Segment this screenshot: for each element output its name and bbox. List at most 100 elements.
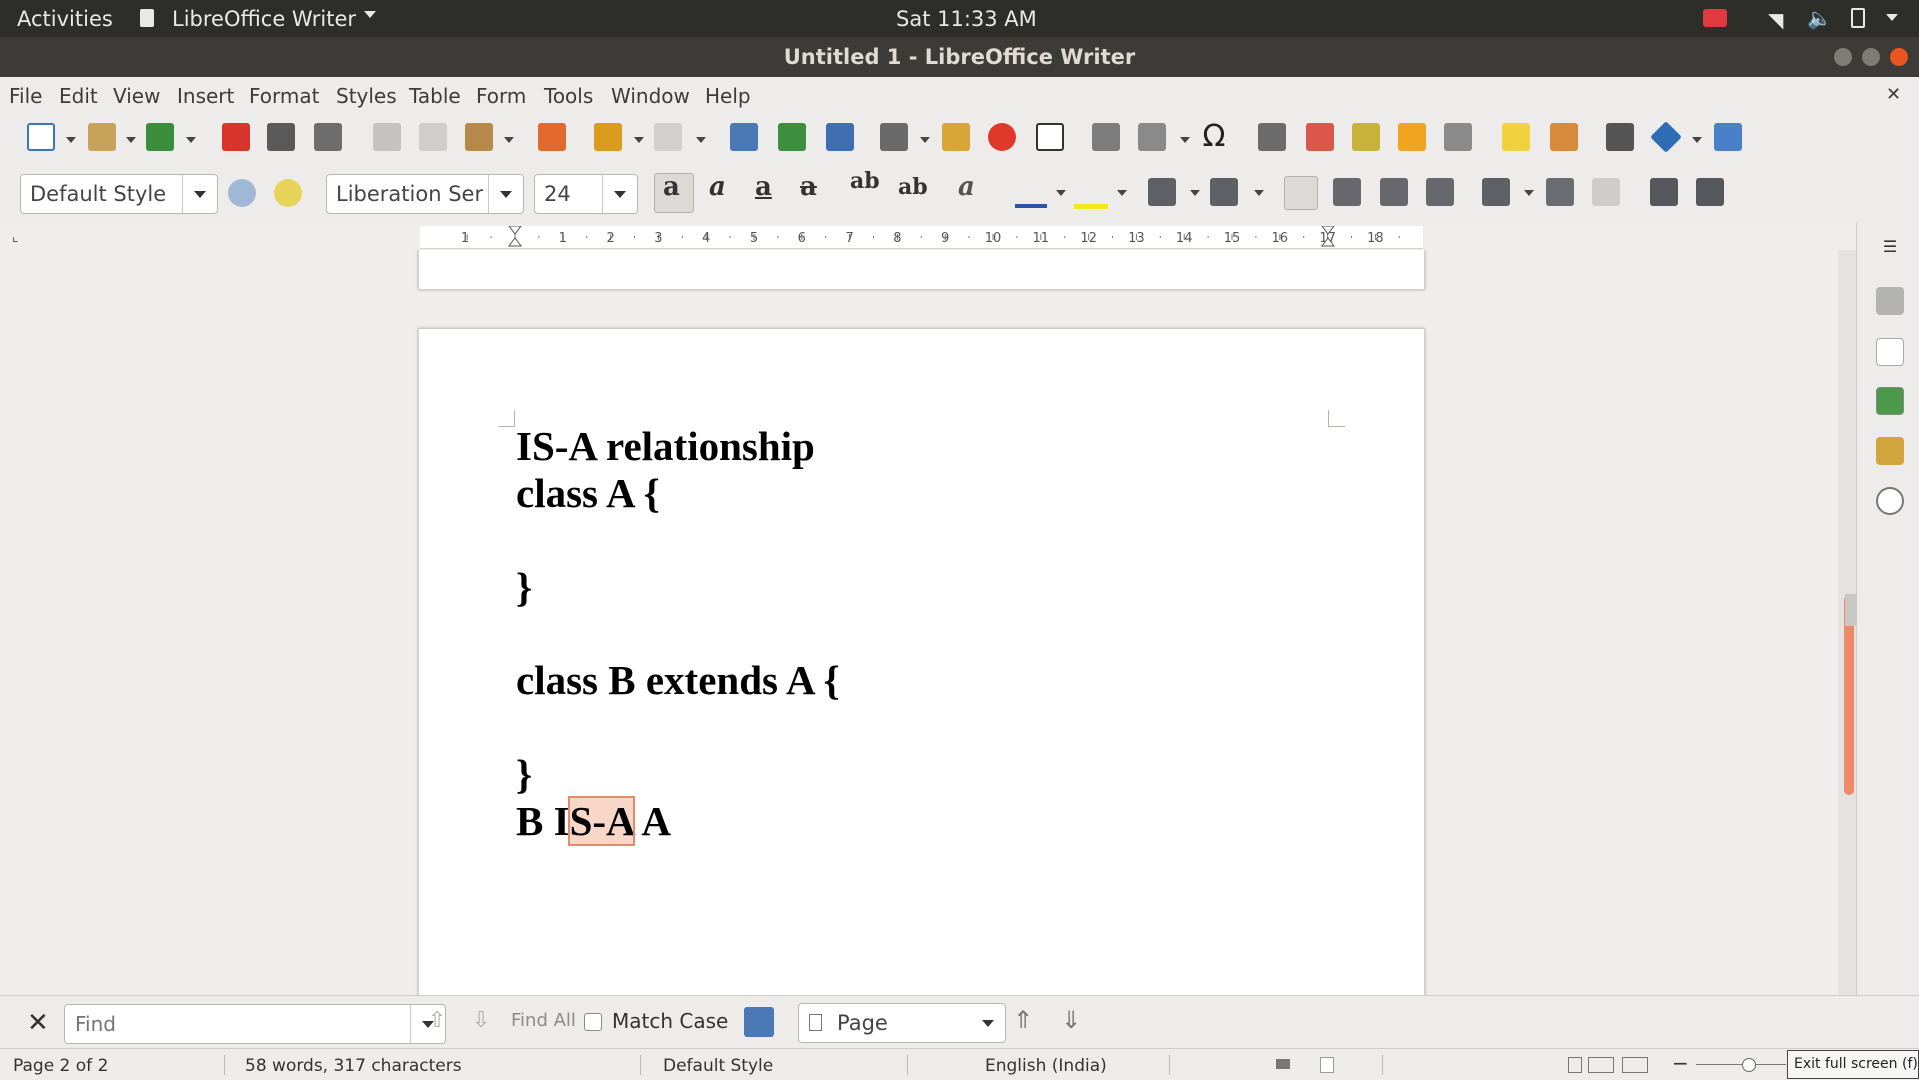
export-pdf-icon[interactable] <box>222 123 250 151</box>
search-type-combo[interactable]: Page <box>798 1003 1006 1043</box>
subscript-icon[interactable]: ab <box>898 174 928 200</box>
word-count[interactable]: 58 words, 317 characters <box>245 1056 462 1076</box>
font-name-combo[interactable]: Liberation Serif <box>326 174 524 214</box>
properties-icon[interactable] <box>1876 287 1904 315</box>
increase-paragraph-spacing-icon[interactable] <box>1546 178 1574 206</box>
shapes-dropdown-icon[interactable] <box>1692 137 1702 143</box>
underline-icon[interactable]: a <box>755 172 772 202</box>
sidebar-menu-icon[interactable]: ☰ <box>1876 237 1904 265</box>
increase-indent-icon[interactable] <box>1650 178 1678 206</box>
wifi-icon[interactable]: ◥ <box>1768 8 1783 32</box>
find-next-icon[interactable]: ⇩ <box>472 1008 490 1033</box>
print-preview-icon[interactable] <box>314 123 342 151</box>
menu-help[interactable]: Help <box>705 84 751 108</box>
sidebar-collapse-handle[interactable] <box>1845 594 1857 626</box>
print-icon[interactable] <box>267 123 295 151</box>
insert-endnote-icon[interactable] <box>1352 123 1380 151</box>
chevron-down-icon[interactable] <box>182 175 217 213</box>
font-color-icon[interactable] <box>1015 204 1047 208</box>
menu-file[interactable]: File <box>9 84 42 108</box>
find-previous-icon[interactable]: ⇧ <box>428 1008 446 1033</box>
italic-icon[interactable]: a <box>709 172 726 202</box>
line-spacing-dropdown-icon[interactable] <box>1524 190 1534 196</box>
special-character-icon[interactable]: Ω <box>1200 122 1228 152</box>
text-language[interactable]: English (India) <box>985 1056 1107 1076</box>
highlight-color-icon[interactable] <box>1074 204 1108 209</box>
new-dropdown-icon[interactable] <box>66 137 76 143</box>
close-findbar-icon[interactable]: ✕ <box>27 1008 49 1038</box>
spelling-icon[interactable] <box>778 123 806 151</box>
navigator-icon[interactable] <box>1876 487 1904 515</box>
doc-line-2[interactable]: class A { <box>516 469 660 517</box>
find-input[interactable] <box>73 1011 407 1037</box>
open-folder-icon[interactable] <box>88 123 116 151</box>
show-draw-functions-icon[interactable] <box>1714 123 1742 151</box>
match-case-label[interactable]: Match Case <box>612 1009 728 1033</box>
previous-object-icon[interactable]: ⇑ <box>1013 1006 1033 1034</box>
next-object-icon[interactable]: ⇓ <box>1061 1006 1081 1034</box>
insert-image-icon[interactable] <box>942 123 970 151</box>
save-dropdown-icon[interactable] <box>186 137 196 143</box>
document-canvas[interactable]: IS-A relationship class A { } class B ex… <box>0 250 1856 995</box>
insert-hyperlink-icon[interactable] <box>1258 123 1286 151</box>
screen-record-icon[interactable] <box>1703 9 1727 27</box>
menu-format[interactable]: Format <box>249 84 319 108</box>
battery-icon[interactable] <box>1851 8 1865 28</box>
undo-dropdown-icon[interactable] <box>634 137 644 143</box>
chevron-down-icon[interactable] <box>488 175 523 213</box>
book-view-icon[interactable] <box>1622 1057 1648 1073</box>
zoom-out-button[interactable]: − <box>1672 1051 1689 1075</box>
redo-dropdown-icon[interactable] <box>696 137 706 143</box>
paste-icon[interactable] <box>465 123 493 151</box>
menu-tools[interactable]: Tools <box>544 84 593 108</box>
insert-text-box-icon[interactable] <box>1036 123 1064 151</box>
page-icon[interactable] <box>1876 338 1904 366</box>
insert-footnote-icon[interactable] <box>1306 123 1334 151</box>
strikethrough-icon[interactable]: a <box>800 172 817 202</box>
styles-icon[interactable] <box>1876 387 1904 415</box>
line-spacing-icon[interactable] <box>1482 178 1510 206</box>
bullet-dropdown-icon[interactable] <box>1190 190 1200 196</box>
basic-shapes-icon[interactable] <box>1650 121 1682 153</box>
doc-line-4[interactable]: } <box>516 563 532 611</box>
app-menu-chevron-icon[interactable] <box>364 11 376 18</box>
insert-page-break-icon[interactable] <box>1092 123 1120 151</box>
multi-page-view-icon[interactable] <box>1588 1057 1614 1073</box>
align-right-icon[interactable] <box>1380 178 1408 206</box>
activities-button[interactable]: Activities <box>17 7 113 31</box>
save-icon[interactable] <box>146 123 174 151</box>
page-style[interactable]: Default Style <box>663 1056 773 1076</box>
justify-icon[interactable] <box>1426 178 1454 206</box>
formatting-marks-icon[interactable] <box>826 123 854 151</box>
menu-window[interactable]: Window <box>611 84 690 108</box>
minimize-button[interactable] <box>1834 48 1852 66</box>
doc-line-9[interactable]: B IS-A A <box>516 796 671 846</box>
decrease-paragraph-spacing-icon[interactable] <box>1592 178 1620 206</box>
highlight-dropdown-icon[interactable] <box>1117 190 1127 196</box>
copy-icon[interactable] <box>419 123 447 151</box>
volume-icon[interactable]: 🔈 <box>1807 6 1832 30</box>
find-replace-dialog-icon[interactable] <box>744 1007 774 1037</box>
page-count[interactable]: Page 2 of 2 <box>13 1056 108 1076</box>
update-style-icon[interactable] <box>228 179 256 207</box>
paste-dropdown-icon[interactable] <box>504 137 514 143</box>
numbering-dropdown-icon[interactable] <box>1254 190 1264 196</box>
new-document-icon[interactable] <box>27 123 55 151</box>
doc-line-8[interactable]: } <box>516 750 532 798</box>
menu-view[interactable]: View <box>113 84 160 108</box>
clear-formatting-icon[interactable]: a <box>958 172 975 202</box>
find-replace-icon[interactable] <box>730 123 758 151</box>
menu-form[interactable]: Form <box>476 84 526 108</box>
selection-mode-icon[interactable] <box>1276 1059 1290 1069</box>
chevron-down-icon[interactable] <box>602 175 637 213</box>
superscript-icon[interactable]: ab <box>850 168 880 194</box>
app-menu-label[interactable]: LibreOffice Writer <box>172 7 356 31</box>
track-changes-icon[interactable] <box>1550 123 1578 151</box>
insert-bookmark-icon[interactable] <box>1398 123 1426 151</box>
insert-field-icon[interactable] <box>1138 123 1166 151</box>
close-button[interactable] <box>1890 48 1908 66</box>
horizontal-ruler[interactable]: 1123456789101112131415161718 <box>420 226 1423 249</box>
clone-formatting-icon[interactable] <box>538 123 566 151</box>
doc-line-6[interactable]: class B extends A { <box>516 656 840 704</box>
font-size-combo[interactable]: 24 <box>534 174 638 214</box>
